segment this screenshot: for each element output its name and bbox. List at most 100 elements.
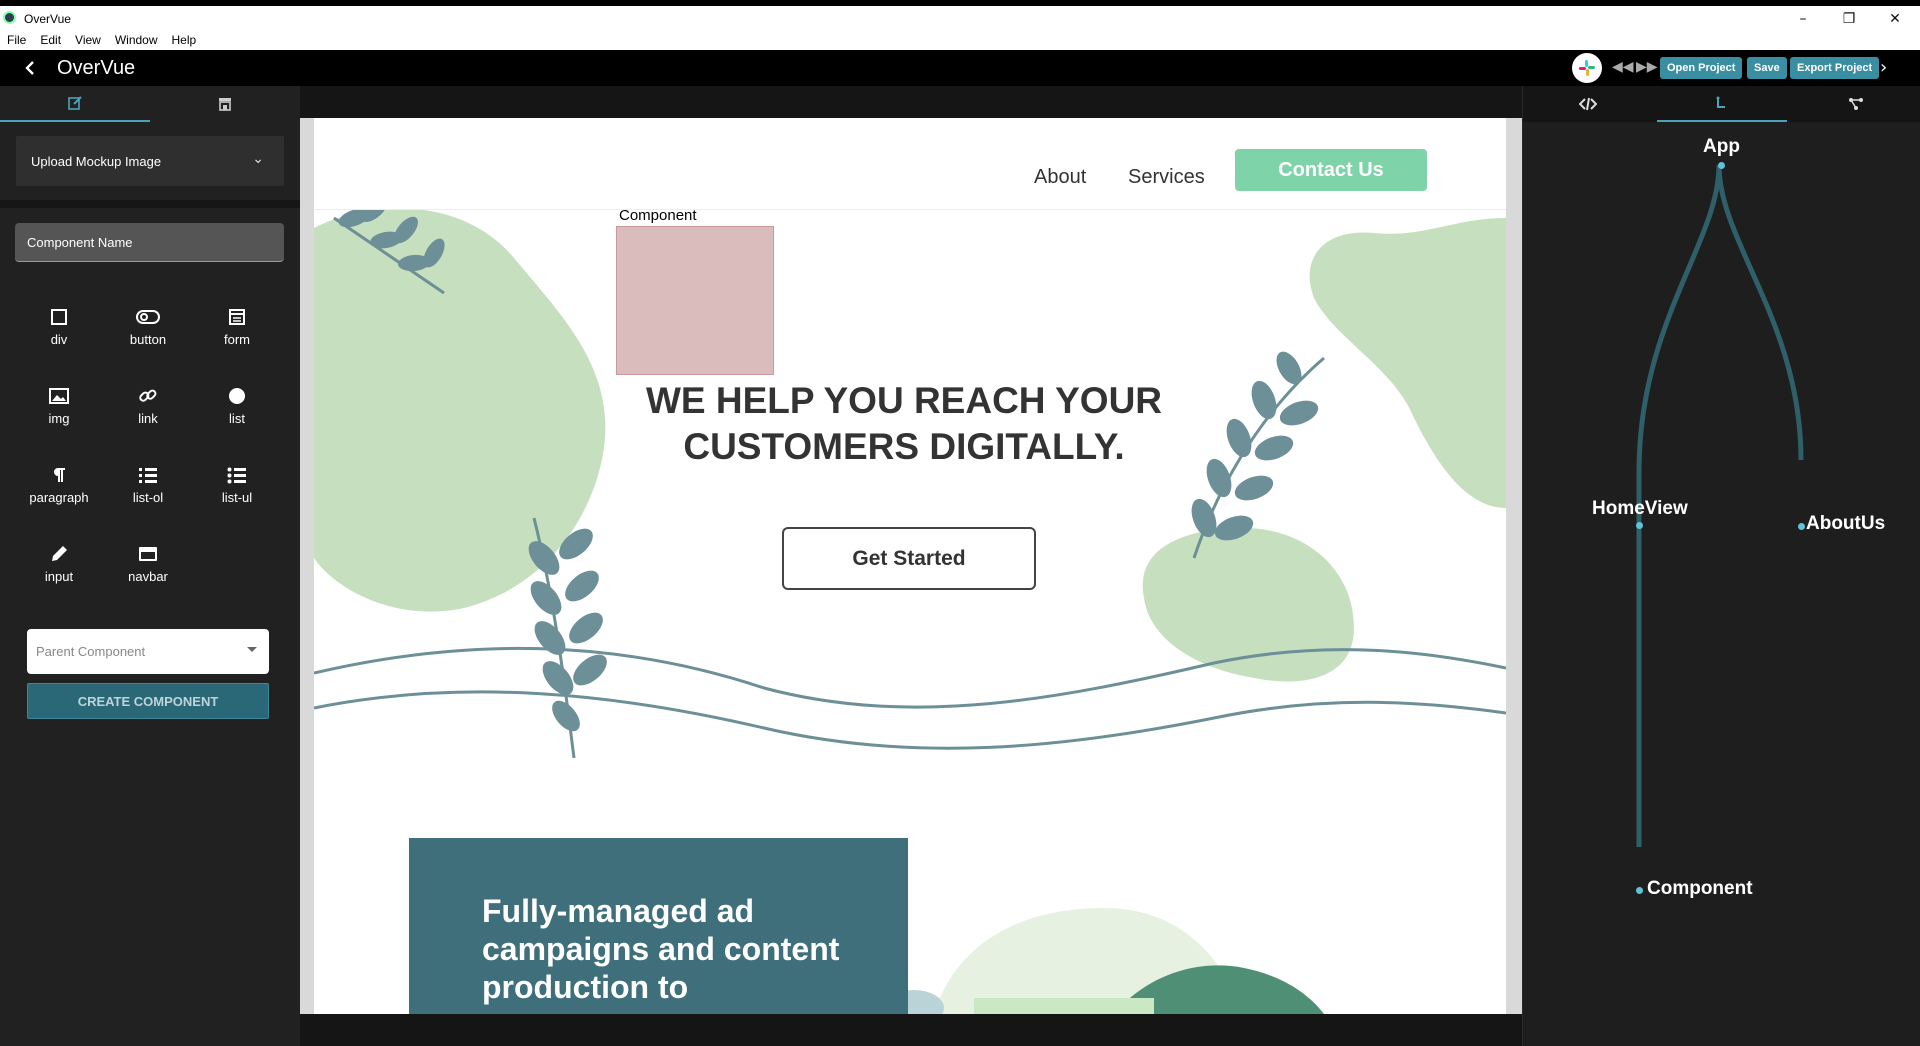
- tree-node-dot: [1636, 522, 1643, 529]
- sidebar-tabs: [0, 86, 300, 122]
- toggle-icon: [136, 306, 160, 328]
- element-label: list-ol: [132, 490, 164, 505]
- element-list[interactable]: list: [193, 385, 281, 445]
- element-div[interactable]: div: [15, 306, 103, 366]
- code-icon: [1579, 97, 1597, 111]
- element-label: link: [138, 411, 158, 426]
- menu-edit[interactable]: Edit: [40, 33, 61, 47]
- canvas-area[interactable]: About Services Contact Us Component WE H…: [300, 118, 1522, 1014]
- element-label: list: [229, 411, 245, 426]
- tree-node-dot: [1718, 162, 1725, 169]
- tree-node-dot: [1636, 887, 1643, 894]
- tree-node-component[interactable]: Component: [1647, 878, 1753, 900]
- store-icon: [219, 98, 231, 111]
- image-icon: [49, 385, 69, 407]
- menu-view[interactable]: View: [75, 33, 101, 47]
- window-title: OverVue: [24, 12, 71, 26]
- mockup-headline: WE HELP YOU REACH YOUR CUSTOMERS DIGITAL…: [614, 378, 1194, 470]
- edit-icon: [68, 96, 82, 110]
- headline-line1: WE HELP YOU REACH YOUR: [645, 380, 1163, 421]
- save-button[interactable]: Save: [1747, 57, 1787, 79]
- element-navbar[interactable]: navbar: [104, 543, 192, 603]
- element-label: img: [48, 411, 70, 426]
- element-link[interactable]: link: [104, 385, 192, 445]
- app-logo-icon: [3, 11, 16, 24]
- main-stage: About Services Contact Us Component WE H…: [300, 86, 1522, 1046]
- tree-icon: [1716, 96, 1725, 108]
- element-form[interactable]: form: [193, 306, 281, 366]
- graph-icon: [1849, 98, 1863, 110]
- mockup-contact-button: Contact Us: [1235, 149, 1427, 191]
- slack-icon[interactable]: [1572, 53, 1602, 83]
- left-sidebar: Upload Mockup Image ⌄ Component Name div…: [0, 86, 300, 1046]
- restore-button[interactable]: ❐: [1826, 8, 1872, 30]
- component-tree-lines: [1636, 164, 1804, 847]
- calendar-icon: [228, 306, 246, 328]
- element-list-ul[interactable]: list-ul: [193, 464, 281, 524]
- right-panel: App HomeView AboutUs Component: [1522, 86, 1920, 1046]
- tree-node-dot: [1798, 523, 1805, 530]
- element-list-ol[interactable]: list-ol: [104, 464, 192, 524]
- component-overlay-box[interactable]: [616, 226, 774, 375]
- menu-bar: File Edit View Window Help: [0, 30, 1920, 50]
- tab-store[interactable]: [150, 86, 300, 122]
- mockup-get-started-button: Get Started: [782, 527, 1036, 590]
- tab-graph[interactable]: [1791, 86, 1920, 122]
- element-label: input: [44, 569, 74, 584]
- divider: [0, 200, 300, 208]
- element-label: div: [50, 332, 68, 347]
- parent-component-placeholder: Parent Component: [36, 644, 146, 659]
- rewind-icon[interactable]: ◀◀: [1612, 59, 1634, 75]
- right-panel-tabs: [1523, 86, 1920, 122]
- tab-tree[interactable]: [1657, 86, 1787, 122]
- navbar-icon: [138, 543, 158, 565]
- element-label: list-ul: [221, 490, 253, 505]
- open-project-button[interactable]: Open Project: [1660, 57, 1743, 79]
- export-project-button[interactable]: Export Project: [1790, 57, 1880, 79]
- tree-node-app[interactable]: App: [1703, 136, 1740, 158]
- app-header: OverVue ◀◀ ▶▶ Open Project Save Export P…: [0, 50, 1920, 86]
- menu-help[interactable]: Help: [172, 33, 197, 47]
- mockup-card-text: Fully-managed ad campaigns and content p…: [482, 893, 840, 1005]
- headline-line2: CUSTOMERS DIGITALLY.: [683, 426, 1125, 467]
- square-icon: [50, 306, 68, 328]
- tab-code[interactable]: [1523, 86, 1653, 122]
- chevron-right-icon[interactable]: ›: [1880, 57, 1887, 78]
- menu-window[interactable]: Window: [115, 33, 158, 47]
- element-label: paragraph: [29, 490, 89, 505]
- pencil-icon: [49, 543, 69, 565]
- element-label: form: [224, 332, 250, 347]
- upload-mockup-label: Upload Mockup Image: [31, 153, 162, 169]
- element-img[interactable]: img: [15, 385, 103, 445]
- tree-node-aboutus[interactable]: AboutUs: [1806, 513, 1885, 535]
- chevron-left-icon[interactable]: [20, 58, 40, 78]
- circle-icon: [227, 385, 247, 407]
- component-name-input[interactable]: Component Name: [15, 223, 284, 262]
- tree-node-homeview[interactable]: HomeView: [1592, 498, 1688, 520]
- component-overlay-label: Component: [619, 207, 697, 224]
- fast-forward-icon[interactable]: ▶▶: [1636, 59, 1658, 75]
- link-icon: [138, 385, 158, 407]
- create-component-button[interactable]: CREATE COMPONENT: [27, 683, 269, 719]
- app-title: OverVue: [57, 57, 136, 79]
- chevron-down-icon: ⌄: [252, 151, 264, 167]
- paragraph-icon: [50, 464, 68, 486]
- stage-toolbar: [300, 86, 1522, 118]
- list-ol-icon: [138, 464, 158, 486]
- component-name-placeholder: Component Name: [27, 234, 133, 250]
- list-ul-icon: [227, 464, 247, 486]
- element-button[interactable]: button: [104, 306, 192, 366]
- mockup-nav-about: About: [1034, 166, 1087, 188]
- tab-edit[interactable]: [0, 86, 150, 122]
- window-titlebar: OverVue – ❐ ✕: [0, 0, 1920, 30]
- element-paragraph[interactable]: paragraph: [15, 464, 103, 524]
- parent-component-select[interactable]: Parent Component: [27, 629, 269, 674]
- close-button[interactable]: ✕: [1872, 8, 1918, 30]
- menu-file[interactable]: File: [7, 33, 26, 47]
- element-input[interactable]: input: [15, 543, 103, 603]
- mockup-image: About Services Contact Us Component WE H…: [314, 118, 1506, 1014]
- minimize-button[interactable]: –: [1780, 8, 1826, 30]
- upload-mockup-dropdown[interactable]: Upload Mockup Image ⌄: [16, 136, 284, 186]
- mockup-navbar: About Services Contact Us: [314, 118, 1506, 210]
- stage-footer: [300, 1014, 1522, 1046]
